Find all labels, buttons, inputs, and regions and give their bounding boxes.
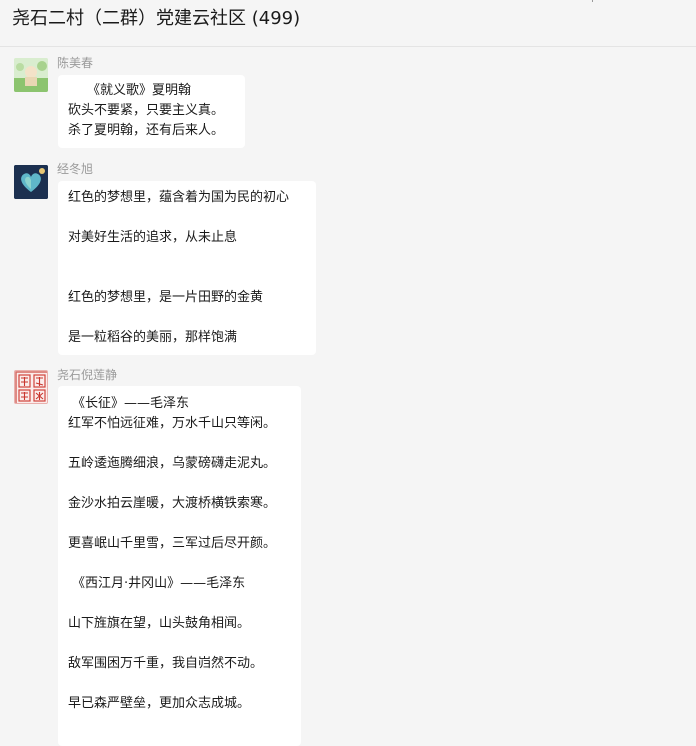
divider bbox=[592, 0, 593, 2]
sender-name: 经冬旭 bbox=[57, 162, 94, 176]
chat-title: 尧石二村（二群）党建云社区 (499) bbox=[12, 8, 301, 29]
photo-avatar bbox=[14, 58, 48, 92]
sender-name: 尧石倪莲静 bbox=[57, 368, 118, 382]
chat-header: 尧石二村（二群）党建云社区 (499) ··· bbox=[0, 0, 696, 47]
heart-photo-avatar bbox=[14, 165, 48, 199]
message-line: 五岭逶迤腾细浪，乌蒙磅礴走泥丸。 bbox=[68, 456, 277, 471]
message-line: 《就义歌》夏明翰 bbox=[87, 83, 192, 98]
sender-name: 陈美春 bbox=[57, 56, 94, 70]
message-line: 山下旌旗在望，山头鼓角相闻。 bbox=[68, 616, 251, 631]
message-line: 敌军围困万千重，我自岿然不动。 bbox=[68, 656, 264, 671]
message-line: 早已森严壁垒，更加众志成城。 bbox=[68, 696, 251, 711]
message-line: 《长征》——毛泽东 bbox=[72, 396, 190, 411]
message-line: 红色的梦想里，蕴含着为国为民的初心 bbox=[68, 190, 290, 205]
message-bubble[interactable]: 《长征》——毛泽东 红军不怕远征难，万水千山只等闲。 五岭逶迤腾细浪，乌蒙磅礴走… bbox=[58, 386, 301, 746]
message-line: 砍头不要紧，只要主义真。 bbox=[68, 103, 225, 118]
seal-stamp-avatar bbox=[15, 371, 47, 403]
message-line: 红色的梦想里，是一片田野的金黄 bbox=[68, 290, 264, 305]
sender-avatar[interactable] bbox=[14, 165, 48, 199]
message-bubble[interactable]: 《就义歌》夏明翰 砍头不要紧，只要主义真。 杀了夏明翰，还有后来人。 bbox=[58, 75, 245, 148]
more-icon[interactable]: ··· bbox=[672, 0, 688, 8]
message-line: 是一粒稻谷的美丽，那样饱满 bbox=[68, 330, 238, 345]
message-line: 对美好生活的追求，从未止息 bbox=[68, 230, 238, 245]
message-line: 红军不怕远征难，万水千山只等闲。 bbox=[68, 416, 277, 431]
message-line: 更喜岷山千里雪，三军过后尽开颜。 bbox=[68, 536, 277, 551]
sender-avatar[interactable] bbox=[14, 58, 48, 92]
message-line: 杀了夏明翰，还有后来人。 bbox=[68, 123, 225, 138]
message-line: 《西江月·井冈山》——毛泽东 bbox=[72, 576, 246, 591]
sender-avatar[interactable] bbox=[14, 370, 48, 404]
message-line: 金沙水拍云崖暖，大渡桥横铁索寒。 bbox=[68, 496, 277, 511]
message-bubble[interactable]: 红色的梦想里，蕴含着为国为民的初心 对美好生活的追求，从未止息 红色的梦想里，是… bbox=[58, 181, 316, 355]
